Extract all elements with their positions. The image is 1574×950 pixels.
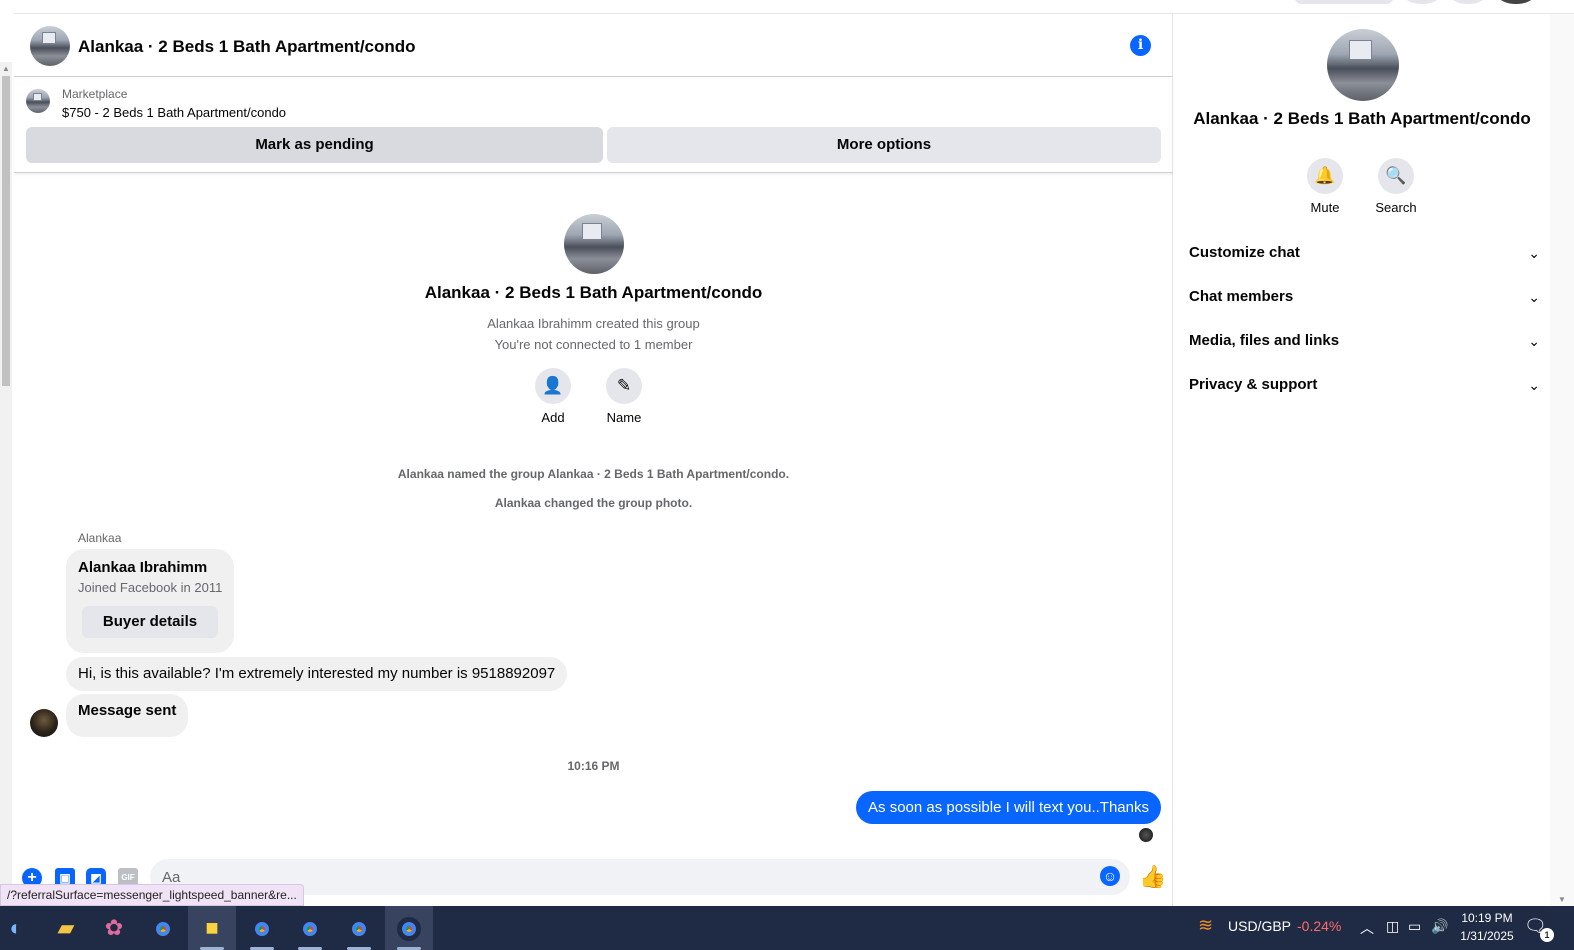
chrome-profile-icon[interactable] — [286, 906, 334, 950]
group-avatar[interactable] — [30, 26, 70, 66]
mute-label: Mute — [1310, 200, 1340, 215]
section-label: Customize chat — [1189, 244, 1300, 261]
chat-header: Alankaa · 2 Beds 1 Bath Apartment/condo … — [14, 14, 1173, 77]
pencil-icon: ✎ — [606, 368, 642, 404]
taskbar-clock[interactable]: 10:19 PM 1/31/2025 — [1452, 909, 1522, 945]
sender-name: Alankaa — [78, 531, 122, 545]
sender-avatar[interactable] — [30, 709, 58, 737]
chevron-down-icon: ⌄ — [1528, 333, 1540, 349]
name-label: Name — [606, 410, 642, 425]
scroll-down-arrow-icon[interactable]: ▼ — [1558, 895, 1566, 904]
intro-group-avatar — [563, 214, 624, 274]
section-media-files-links[interactable]: Media, files and links ⌄ — [1189, 319, 1540, 363]
chevron-up-icon[interactable]: ︿ — [1360, 918, 1374, 938]
meet-now-icon[interactable]: ◫ — [1386, 918, 1399, 935]
sidebar-group-avatar[interactable] — [1327, 29, 1399, 101]
search-button[interactable]: 🔍 Search — [1361, 158, 1431, 215]
chat-title[interactable]: Alankaa · 2 Beds 1 Bath Apartment/condo — [78, 37, 416, 57]
intro-connection-note: You're not connected to 1 member — [494, 337, 693, 352]
stock-widget-icon[interactable]: ≋ — [1198, 915, 1213, 936]
top-circle-button[interactable] — [1450, 0, 1486, 4]
add-member-button[interactable]: 👤 Add — [523, 368, 583, 425]
section-label: Media, files and links — [1189, 332, 1340, 349]
buyer-card: Alankaa Ibrahimm Joined Facebook in 2011… — [66, 549, 234, 653]
right-scrollbar[interactable]: ▼ — [1550, 14, 1574, 906]
scroll-up-arrow-icon[interactable]: ▲ — [2, 64, 10, 73]
paint-app-icon[interactable]: ✿ — [90, 906, 138, 950]
buyer-joined: Joined Facebook in 2011 — [78, 580, 223, 595]
listing-title[interactable]: $750 - 2 Beds 1 Bath Apartment/condo — [62, 105, 286, 120]
message-bubble[interactable]: Hi, is this available? I'm extremely int… — [66, 657, 568, 691]
marketplace-label: Marketplace — [62, 87, 128, 101]
message-bubble[interactable]: Message sent — [66, 694, 189, 737]
section-chat-members[interactable]: Chat members ⌄ — [1189, 275, 1540, 319]
listing-thumbnail[interactable] — [26, 89, 50, 113]
network-icon[interactable]: ▭ — [1408, 918, 1421, 935]
section-label: Chat members — [1189, 288, 1294, 305]
message-timestamp: 10:16 PM — [567, 759, 620, 773]
emoji-icon[interactable]: ☺ — [1100, 866, 1120, 886]
clock-time: 10:19 PM — [1461, 911, 1513, 925]
group-intro: Alankaa · 2 Beds 1 Bath Apartment/condo … — [14, 214, 1173, 425]
buyer-name[interactable]: Alankaa Ibrahimm — [78, 559, 207, 576]
clock-date: 1/31/2025 — [1460, 929, 1514, 943]
rename-group-button[interactable]: ✎ Name — [594, 368, 654, 425]
search-label: Search — [1375, 200, 1417, 215]
chrome-profile-icon[interactable] — [385, 906, 433, 950]
ticker-value: -0.24% — [1297, 918, 1342, 934]
mark-as-pending-button[interactable]: Mark as pending — [26, 127, 603, 163]
sidebar-title: Alankaa · 2 Beds 1 Bath Apartment/condo — [1193, 109, 1531, 128]
file-explorer-icon[interactable]: ▰ — [42, 906, 90, 950]
chevron-down-icon: ⌄ — [1528, 245, 1540, 261]
sticky-notes-icon[interactable]: ■ — [188, 906, 236, 950]
section-label: Privacy & support — [1189, 376, 1318, 393]
marketplace-bar: Marketplace $750 - 2 Beds 1 Bath Apartme… — [14, 77, 1173, 173]
mute-button[interactable]: 🔔 Mute — [1290, 158, 1360, 215]
buyer-details-button[interactable]: Buyer details — [82, 606, 218, 638]
info-icon[interactable]: i — [1130, 35, 1151, 56]
system-message: Alankaa named the group Alankaa · 2 Beds… — [397, 467, 790, 481]
top-pill[interactable] — [1294, 0, 1394, 4]
chevron-down-icon: ⌄ — [1528, 377, 1540, 393]
left-scrollbar-thumb[interactable] — [2, 76, 10, 386]
notification-count: 1 — [1540, 928, 1554, 942]
chat-pane: Alankaa · 2 Beds 1 Bath Apartment/condo … — [14, 14, 1173, 906]
chrome-icon[interactable] — [139, 906, 187, 950]
more-options-button[interactable]: More options — [607, 127, 1161, 163]
section-privacy-support[interactable]: Privacy & support ⌄ — [1189, 363, 1540, 407]
my-message-bubble[interactable]: As soon as possible I will text you..Tha… — [856, 791, 1161, 824]
left-scrollbar[interactable]: ▲ — [0, 62, 12, 906]
intro-created-by: Alankaa Ibrahimm created this group — [487, 316, 700, 331]
search-icon: 🔍 — [1378, 158, 1414, 194]
thumbs-up-icon[interactable]: 👍 — [1139, 864, 1166, 890]
add-person-icon: 👤 — [535, 368, 571, 404]
ticker-label[interactable]: USD/GBP — [1228, 918, 1291, 934]
chevron-down-icon: ⌄ — [1528, 289, 1540, 305]
system-message: Alankaa changed the group photo. — [494, 496, 693, 510]
top-circle-button[interactable] — [1404, 0, 1440, 4]
windows-taskbar: ◐ ▰ ✿ ■ ≋ USD/GBP -0.24% ︿ ◫ ▭ 🔊 10:19 P… — [0, 906, 1574, 950]
browser-top-strip — [14, 0, 1574, 14]
volume-icon[interactable]: 🔊 — [1431, 918, 1448, 935]
intro-title: Alankaa · 2 Beds 1 Bath Apartment/condo — [424, 283, 763, 302]
chrome-profile-icon[interactable] — [335, 906, 383, 950]
add-label: Add — [541, 410, 565, 425]
seen-indicator-avatar — [1139, 828, 1153, 842]
status-bar-url: /?referralSurface=messenger_lightspeed_b… — [0, 884, 304, 906]
intro-actions: 👤 Add ✎ Name — [535, 368, 658, 428]
bell-icon: 🔔 — [1307, 158, 1343, 194]
profile-avatar[interactable] — [1498, 0, 1534, 4]
start-copilot-icon[interactable]: ◐ — [0, 906, 32, 950]
chrome-profile-icon[interactable] — [238, 906, 286, 950]
section-customize-chat[interactable]: Customize chat ⌄ — [1189, 231, 1540, 275]
chat-info-sidebar: Alankaa · 2 Beds 1 Bath Apartment/condo … — [1174, 14, 1550, 906]
